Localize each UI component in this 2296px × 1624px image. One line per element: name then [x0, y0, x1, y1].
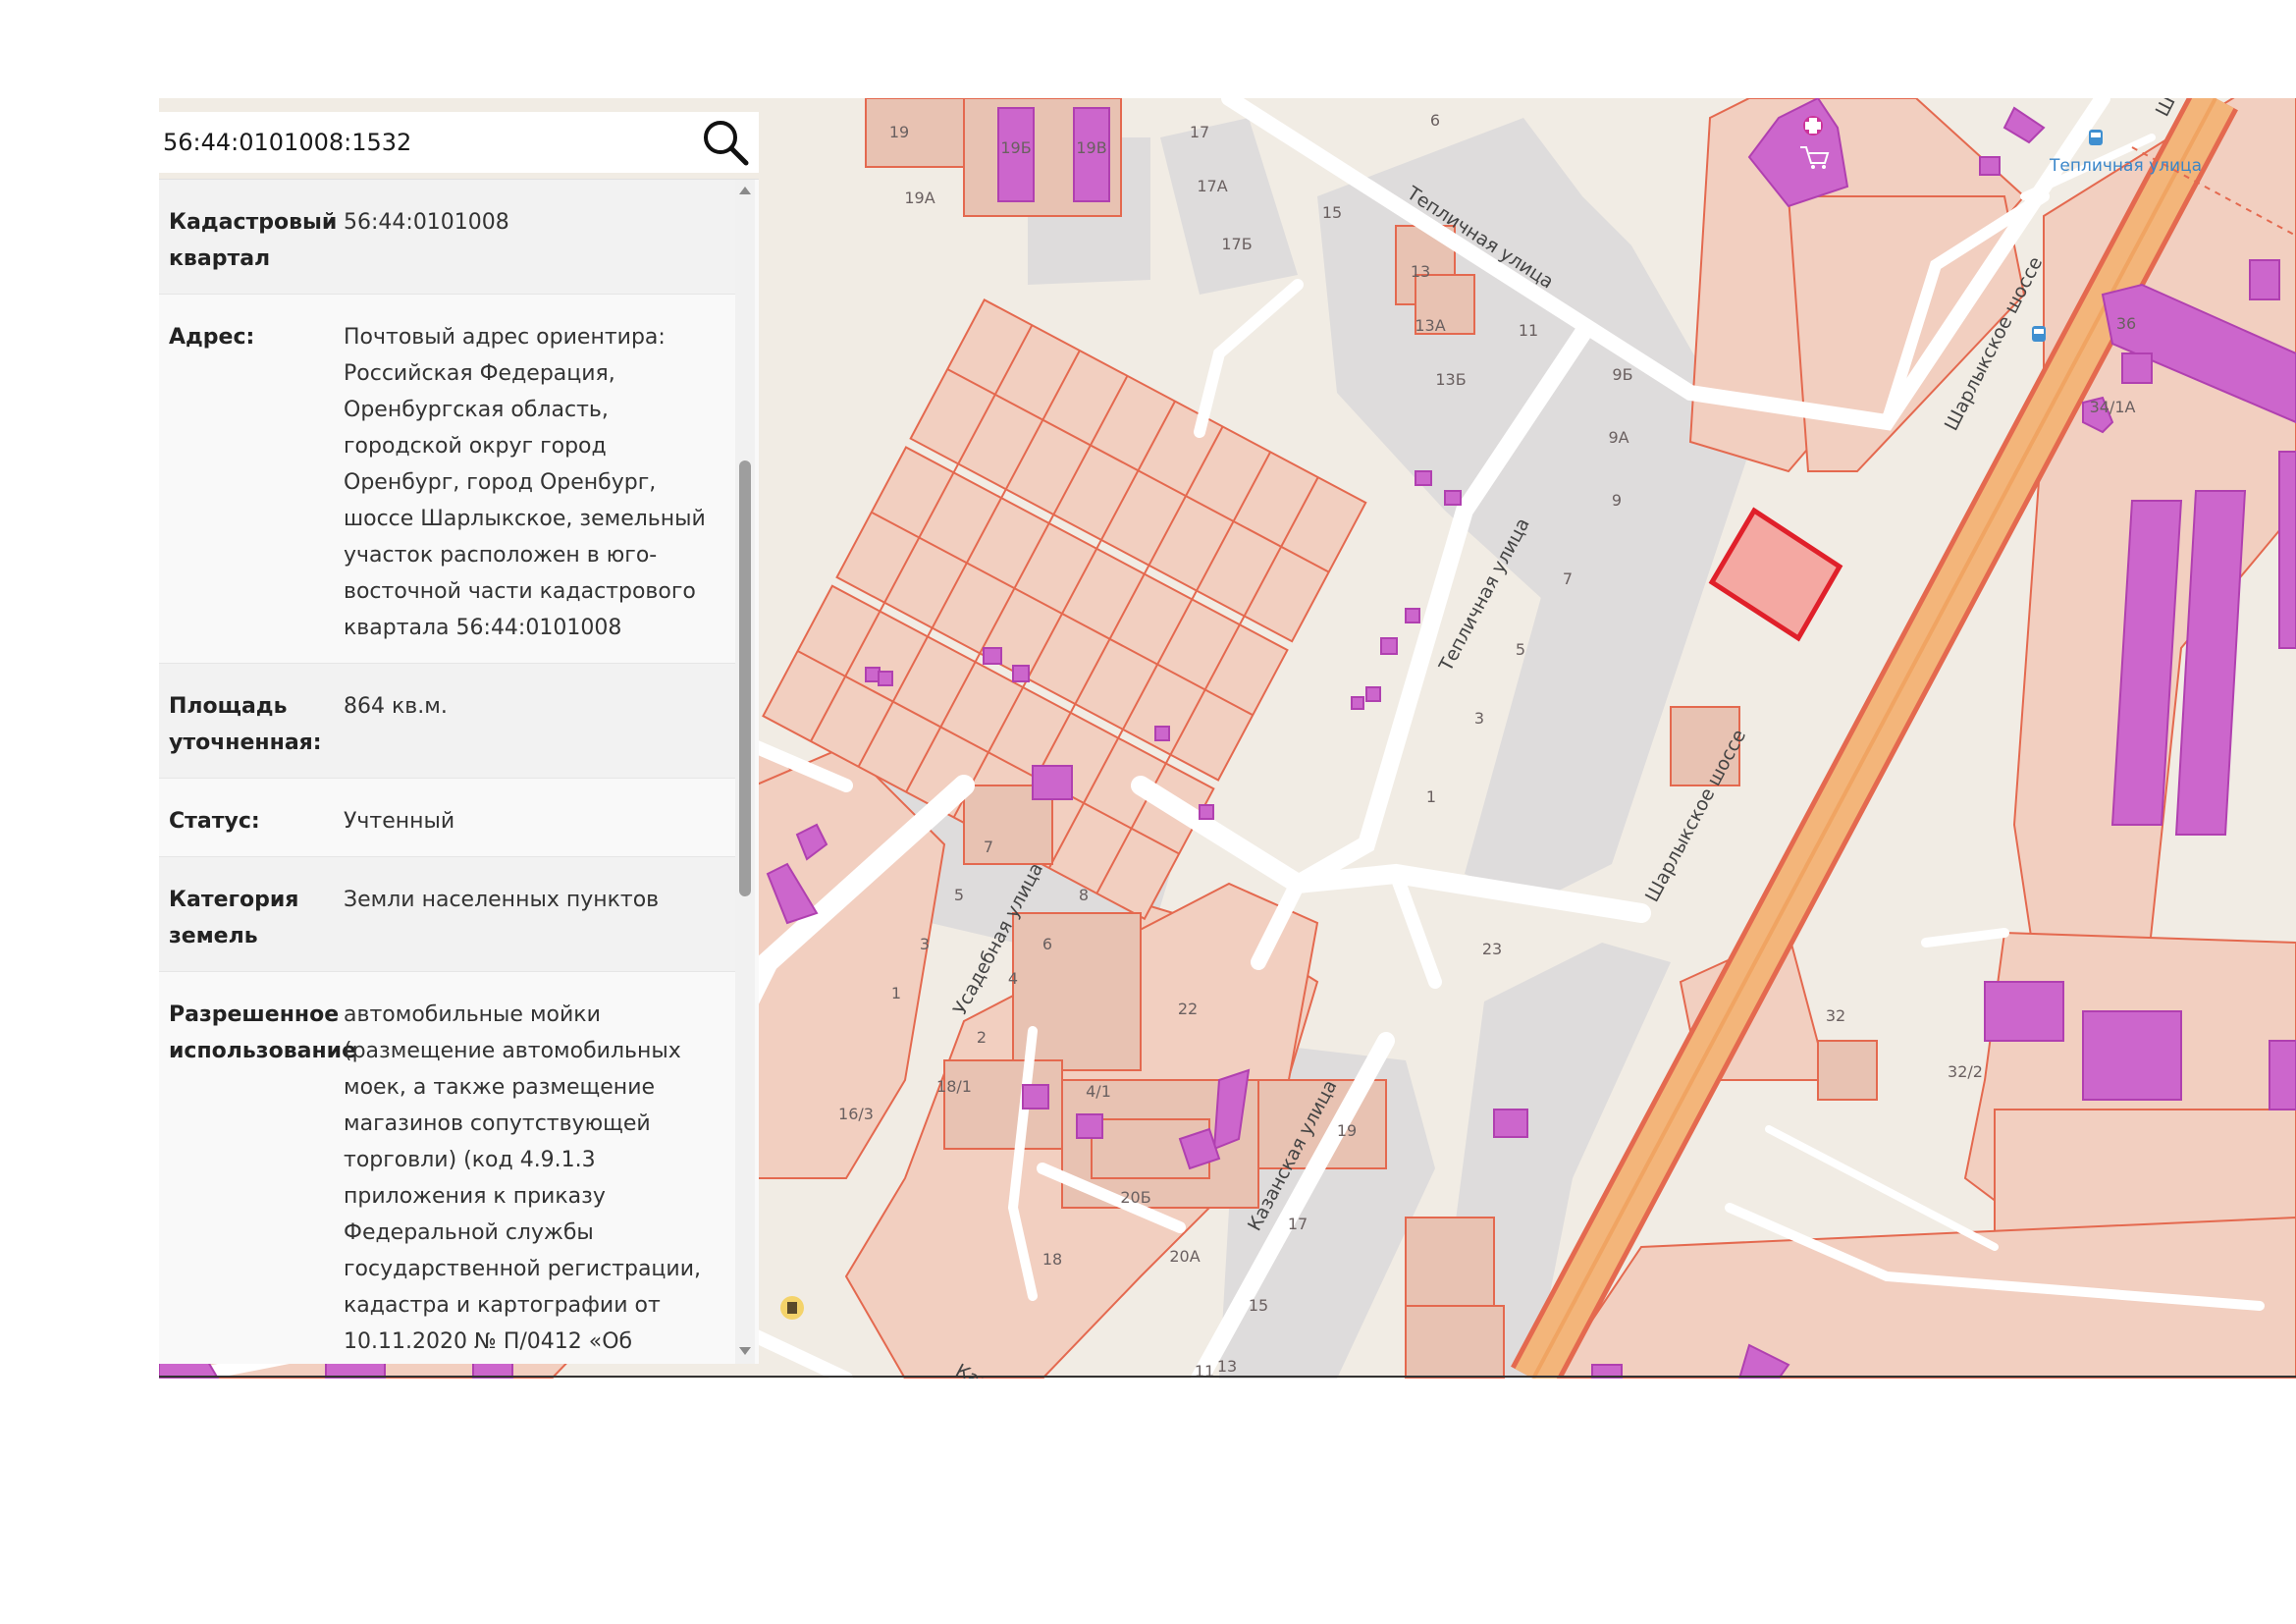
house-number: 18/1 [936, 1077, 972, 1096]
info-value: 56:44:0101008 [344, 210, 509, 235]
scroll-up-arrow-icon[interactable] [738, 184, 752, 197]
house-number: 13 [1217, 1357, 1237, 1376]
bus-icon [2032, 326, 2046, 342]
house-number: 20А [1169, 1247, 1200, 1266]
info-row-status: Статус: Учтенный [159, 779, 735, 857]
gas-station-icon [780, 1296, 804, 1320]
house-number: 17 [1190, 123, 1209, 141]
house-number: 3 [1474, 709, 1484, 728]
info-value: 864 кв.м. [344, 694, 448, 719]
house-number: 15 [1322, 203, 1342, 222]
house-number: 7 [984, 838, 993, 856]
info-value: автомобильные мойки (размещение автомоби… [344, 1002, 701, 1354]
info-label: Адрес: [169, 325, 255, 350]
house-number: 13 [1411, 262, 1430, 281]
house-number: 22 [1178, 1000, 1198, 1018]
scrollbar-thumb[interactable] [739, 460, 751, 896]
house-number: 23 [1482, 940, 1502, 958]
info-row-land-category: Категория земель Земли населенных пункто… [159, 857, 735, 972]
house-number: 7 [1563, 569, 1573, 588]
info-value: Земли населенных пунктов [344, 888, 660, 912]
house-number: 8 [1079, 886, 1089, 904]
house-number: 17 [1288, 1215, 1308, 1233]
info-value: Учтенный [344, 809, 455, 834]
house-number: 5 [1516, 640, 1525, 659]
house-number: 1 [891, 984, 901, 1002]
house-number: 19 [889, 123, 909, 141]
house-number: 9А [1608, 428, 1629, 447]
search-input[interactable] [163, 120, 673, 165]
house-number: 13А [1415, 316, 1445, 335]
house-number: 17Б [1221, 235, 1252, 253]
house-number: 3 [920, 935, 930, 953]
info-label: Категория земель [169, 888, 299, 948]
house-number: 9 [1612, 491, 1622, 510]
house-number: 6 [1042, 935, 1052, 953]
house-number: 36 [2116, 314, 2136, 333]
search-bar [159, 112, 759, 173]
house-number: 34/1А [2090, 398, 2136, 416]
house-number: 1 [1426, 787, 1436, 806]
info-value: Почтовый адрес ориентира: Российская Фед… [344, 325, 706, 640]
bus-stop-label: Тепличная улица [2049, 156, 2202, 176]
house-number: 17А [1197, 177, 1227, 195]
house-number: 9Б [1612, 365, 1632, 384]
house-number: 4/1 [1086, 1082, 1111, 1101]
scroll-down-arrow-icon[interactable] [738, 1344, 752, 1358]
house-number: 13Б [1435, 370, 1466, 389]
parcel-info-panel: Кадастровый квартал 56:44:0101008 Адрес:… [159, 98, 759, 1364]
house-number: 32 [1826, 1006, 1845, 1025]
house-number: 6 [1430, 111, 1440, 130]
pharmacy-icon [1803, 116, 1823, 135]
house-number: 2 [977, 1028, 987, 1047]
info-row-area: Площадь уточненная: 864 кв.м. [159, 664, 735, 779]
house-number: 19 [1337, 1121, 1357, 1140]
map-viewport[interactable]: Тепличная улица Тепличная улица Шарлыкск… [159, 98, 2296, 1379]
house-number: 18 [1042, 1250, 1062, 1269]
house-number: 20Б [1120, 1188, 1150, 1207]
search-button[interactable] [697, 114, 754, 171]
info-row-cadastral-quarter: Кадастровый квартал 56:44:0101008 [159, 180, 735, 295]
house-number: 19А [904, 189, 934, 207]
house-number: 32/2 [1948, 1062, 1983, 1081]
info-label: Кадастровый квартал [169, 210, 338, 271]
info-label: Статус: [169, 809, 260, 834]
bus-stop-icon [2089, 130, 2103, 145]
search-icon [704, 121, 749, 166]
house-number: 4 [1008, 969, 1018, 988]
house-number: 16/3 [838, 1105, 874, 1123]
info-row-permitted-use: Разрешенное использование автомобильные … [159, 972, 735, 1364]
house-number: 15 [1249, 1296, 1268, 1315]
info-scroll-area[interactable]: Кадастровый квартал 56:44:0101008 Адрес:… [159, 179, 759, 1364]
info-label: Площадь уточненная: [169, 694, 322, 755]
house-number: 11 [1519, 321, 1538, 340]
info-row-address: Адрес: Почтовый адрес ориентира: Российс… [159, 295, 735, 664]
info-rows: Кадастровый квартал 56:44:0101008 Адрес:… [159, 180, 735, 1364]
house-number: 19В [1076, 138, 1106, 157]
info-label: Разрешенное использование [169, 1002, 356, 1063]
scrollbar[interactable] [735, 180, 755, 1364]
house-number: 19Б [1000, 138, 1031, 157]
house-number: 5 [954, 886, 964, 904]
